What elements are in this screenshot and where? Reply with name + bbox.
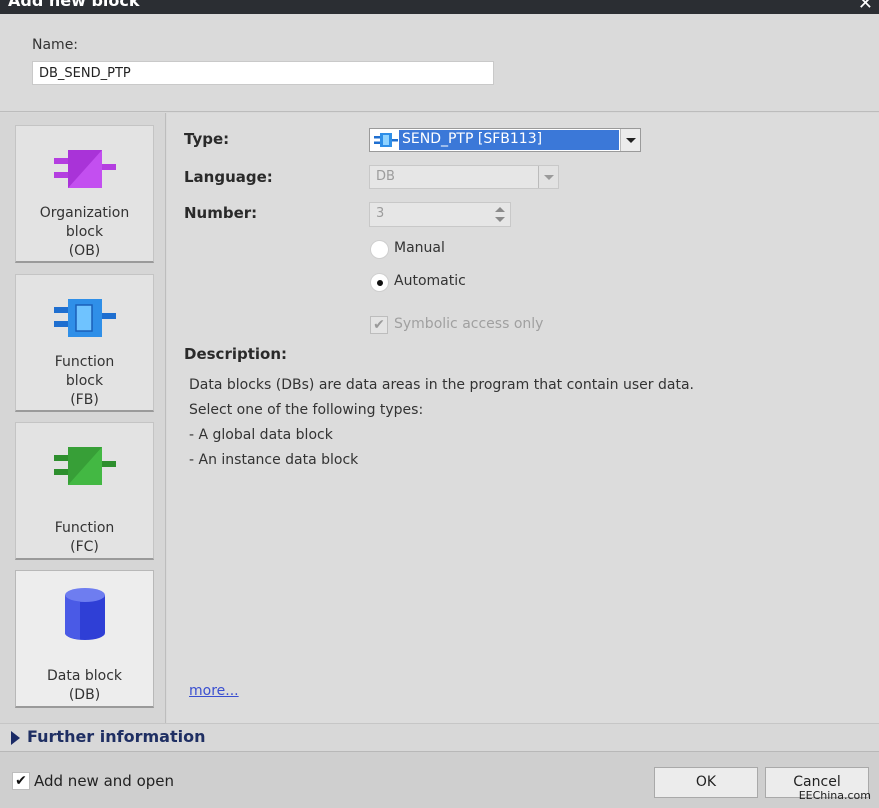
block-type-list: Organization block (OB) Function block (… (0, 113, 166, 723)
function-block-button[interactable]: Function block (FB) (15, 274, 154, 412)
type-label: Type: (184, 130, 230, 148)
dialog-footer: ✔ Add new and open OK Cancel EEChina.com (0, 751, 879, 808)
type-selected-value: SEND_PTP [SFB113] (399, 130, 619, 150)
add-new-and-open-label: Add new and open (34, 772, 175, 790)
function-button[interactable]: Function (FC) (15, 422, 154, 560)
ok-button[interactable]: OK (654, 767, 758, 798)
symbolic-access-label: Symbolic access only (394, 316, 544, 332)
language-label: Language: (184, 168, 273, 186)
title-bar: Add new block ✕ (0, 0, 879, 14)
data-block-icon (65, 588, 105, 640)
number-stepper: 3 (369, 202, 511, 227)
function-block-small-icon (374, 133, 398, 147)
type-dropdown[interactable]: SEND_PTP [SFB113] (369, 128, 641, 152)
function-icon (54, 447, 116, 485)
more-link[interactable]: more... (189, 683, 239, 699)
further-information-label: Further information (27, 727, 206, 746)
watermark: EEChina.com (798, 789, 871, 802)
organization-block-button[interactable]: Organization block (OB) (15, 125, 154, 263)
name-input[interactable] (32, 61, 494, 85)
description-title: Description: (184, 345, 288, 363)
description-line: - An instance data block (189, 452, 359, 468)
checkmark-icon[interactable]: ✔ (12, 772, 30, 790)
description-line: - A global data block (189, 427, 333, 443)
close-icon[interactable]: ✕ (858, 0, 873, 14)
block-settings-panel: Type: SEND_PTP [SFB113] Language: DB Num… (167, 113, 879, 723)
description-line: Data blocks (DBs) are data areas in the … (189, 377, 694, 393)
expand-arrow-icon[interactable] (11, 731, 20, 745)
description-line: Select one of the following types: (189, 402, 424, 418)
radio-automatic-label: Automatic (394, 273, 466, 289)
radio-automatic-button[interactable] (370, 273, 389, 292)
language-value: DB (376, 169, 395, 184)
further-information-toggle[interactable]: Further information (0, 723, 879, 751)
chevron-down-icon (538, 166, 558, 188)
function-label: Function (FC) (54, 520, 115, 555)
chevron-down-icon[interactable] (620, 129, 640, 151)
window-title: Add new block (8, 0, 140, 10)
name-label: Name: (32, 37, 79, 53)
organization-block-label: Organization block (OB) (39, 205, 130, 259)
language-dropdown: DB (369, 165, 559, 189)
data-block-button[interactable]: Data block (DB) (15, 570, 154, 708)
radio-manual-button[interactable] (370, 240, 389, 259)
function-block-label: Function block (FB) (54, 354, 115, 408)
radio-manual-label: Manual (394, 240, 445, 256)
name-section: Name: (0, 14, 879, 112)
spinner-arrows-icon (491, 204, 509, 225)
checkmark-icon: ✔ (370, 316, 388, 334)
number-value: 3 (376, 206, 385, 221)
data-block-label: Data block (DB) (46, 668, 123, 703)
organization-block-icon (54, 150, 116, 188)
function-block-icon (54, 299, 116, 337)
number-label: Number: (184, 204, 258, 222)
